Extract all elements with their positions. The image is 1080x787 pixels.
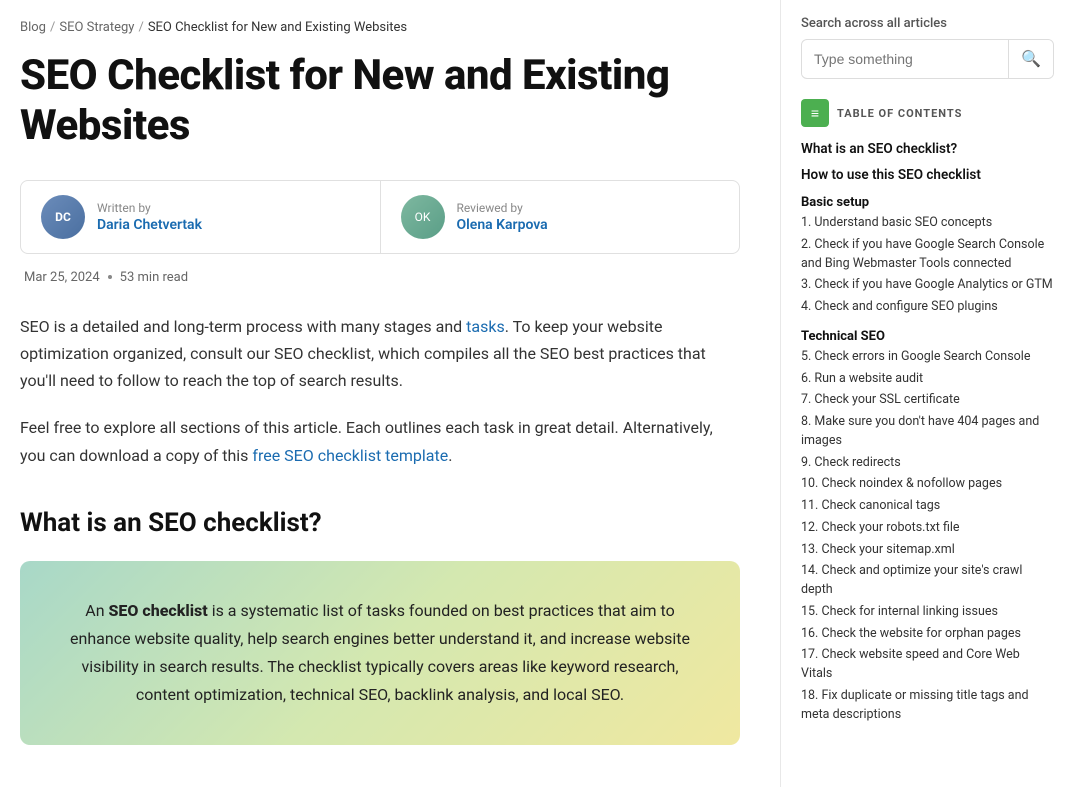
main-content: Blog / SEO Strategy / SEO Checklist for … <box>0 0 780 787</box>
highlight-text-pre: An <box>85 601 108 620</box>
toc-item[interactable]: 6. Run a website audit <box>801 370 1054 389</box>
article-meta: Mar 25, 2024 53 min read <box>20 270 740 285</box>
author-info-written: Written by Daria Chetvertak <box>97 201 202 233</box>
page-title: SEO Checklist for New and Existing Websi… <box>20 51 740 152</box>
reviewed-by-label: Reviewed by <box>457 201 548 215</box>
author-info-reviewed: Reviewed by Olena Karpova <box>457 201 548 233</box>
toc-item[interactable]: 4. Check and configure SEO plugins <box>801 298 1054 317</box>
toc-item[interactable]: 7. Check your SSL certificate <box>801 391 1054 410</box>
read-time: 53 min read <box>120 270 188 285</box>
highlight-bold-text: SEO checklist <box>109 601 208 620</box>
toc-item[interactable]: 18. Fix duplicate or missing title tags … <box>801 687 1054 725</box>
author-name-link[interactable]: Daria Chetvertak <box>97 217 202 233</box>
toc-group-label: Technical SEO <box>801 329 1054 344</box>
author-avatar: DC <box>41 195 85 239</box>
reviewer-avatar: OK <box>401 195 445 239</box>
breadcrumb-seo-strategy[interactable]: SEO Strategy <box>59 20 134 35</box>
toc-title: TABLE OF CONTENTS <box>837 107 962 120</box>
author-section: DC Written by Daria Chetvertak OK Review… <box>20 180 740 254</box>
toc-section-link[interactable]: How to use this SEO checklist <box>801 167 1054 183</box>
intro-paragraph-1: SEO is a detailed and long-term process … <box>20 313 740 395</box>
toc-item[interactable]: 14. Check and optimize your site's crawl… <box>801 562 1054 600</box>
author-reviewed-card: OK Reviewed by Olena Karpova <box>380 181 740 253</box>
article-body: SEO is a detailed and long-term process … <box>20 313 740 745</box>
reviewer-name-link[interactable]: Olena Karpova <box>457 217 548 233</box>
toc-item[interactable]: 1. Understand basic SEO concepts <box>801 214 1054 233</box>
toc-header: ≡ TABLE OF CONTENTS <box>801 99 1054 127</box>
toc-item[interactable]: 15. Check for internal linking issues <box>801 603 1054 622</box>
section-heading: What is an SEO checklist? <box>20 501 740 545</box>
toc-item[interactable]: 11. Check canonical tags <box>801 497 1054 516</box>
toc-item[interactable]: 12. Check your robots.txt file <box>801 519 1054 538</box>
breadcrumb: Blog / SEO Strategy / SEO Checklist for … <box>20 20 740 35</box>
search-input[interactable] <box>802 42 1008 76</box>
toc-group-label: Basic setup <box>801 195 1054 210</box>
highlight-box: An SEO checklist is a systematic list of… <box>20 561 740 745</box>
breadcrumb-sep-1: / <box>50 20 55 35</box>
breadcrumb-blog[interactable]: Blog <box>20 20 46 35</box>
sidebar: Search across all articles 🔍 ≡ TABLE OF … <box>780 0 1070 787</box>
written-by-label: Written by <box>97 201 202 215</box>
toc-item[interactable]: 8. Make sure you don't have 404 pages an… <box>801 413 1054 451</box>
search-box: 🔍 <box>801 39 1054 79</box>
breadcrumb-sep-2: / <box>138 20 143 35</box>
breadcrumb-current: SEO Checklist for New and Existing Websi… <box>148 20 407 35</box>
meta-separator <box>108 275 112 279</box>
toc-item[interactable]: 16. Check the website for orphan pages <box>801 625 1054 644</box>
toc-section-link[interactable]: What is an SEO checklist? <box>801 141 1054 157</box>
toc-item[interactable]: 5. Check errors in Google Search Console <box>801 348 1054 367</box>
author-written-card: DC Written by Daria Chetvertak <box>21 181 380 253</box>
toc-item[interactable]: 17. Check website speed and Core Web Vit… <box>801 646 1054 684</box>
search-button[interactable]: 🔍 <box>1008 40 1053 78</box>
toc-item[interactable]: 9. Check redirects <box>801 454 1054 473</box>
intro-paragraph-2: Feel free to explore all sections of thi… <box>20 414 740 468</box>
search-label: Search across all articles <box>801 16 1054 31</box>
toc-content: What is an SEO checklist? How to use this… <box>801 141 1054 724</box>
toc-icon: ≡ <box>801 99 829 127</box>
checklist-template-link[interactable]: free SEO checklist template <box>252 446 448 465</box>
toc-item[interactable]: 10. Check noindex & nofollow pages <box>801 475 1054 494</box>
toc-item[interactable]: 2. Check if you have Google Search Conso… <box>801 236 1054 274</box>
toc-item[interactable]: 3. Check if you have Google Analytics or… <box>801 276 1054 295</box>
toc-item[interactable]: 13. Check your sitemap.xml <box>801 541 1054 560</box>
tasks-link[interactable]: tasks <box>466 317 505 336</box>
article-date: Mar 25, 2024 <box>24 270 100 285</box>
